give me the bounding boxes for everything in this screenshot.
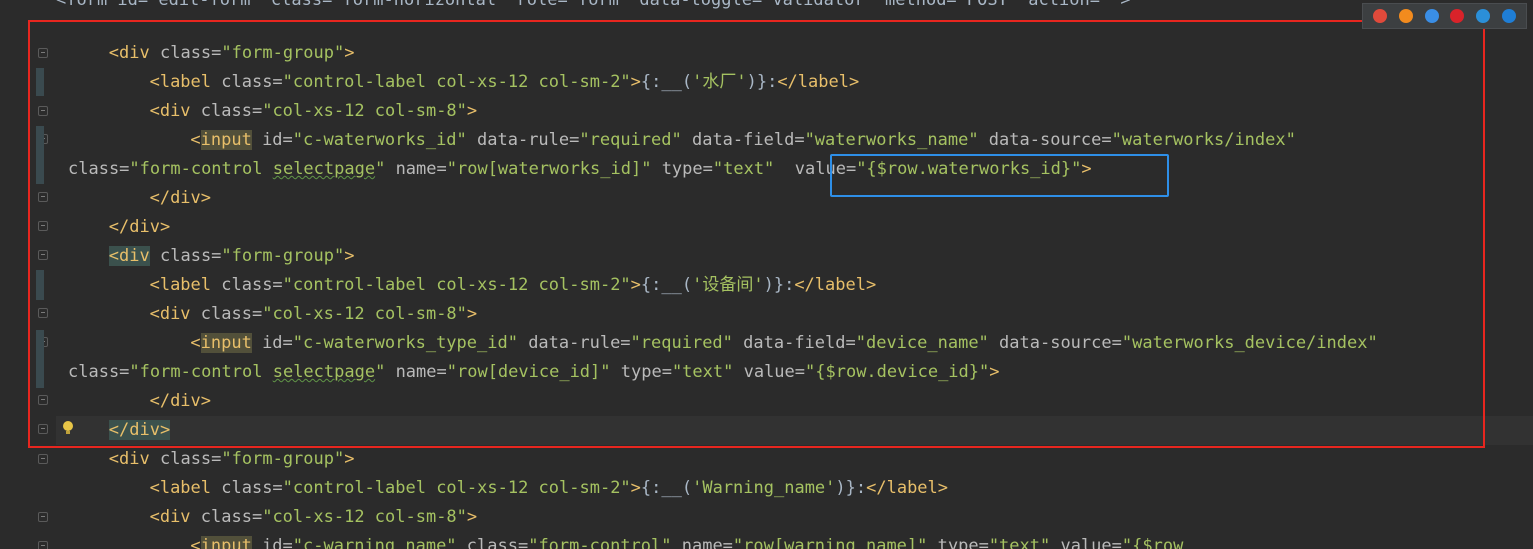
code-token: value= [1050,536,1122,549]
red-annotation-box [28,20,1485,448]
fold-marker-icon[interactable] [38,541,48,549]
code-token: {:__( [640,478,693,498]
code-token: "text" [988,536,1051,549]
ie-icon[interactable] [1476,9,1491,23]
code-editor[interactable]: <form id="edit-form" class="form-horizon… [0,0,1533,549]
fold-marker-icon[interactable] [38,454,48,464]
code-token: > [344,449,355,469]
code-token: type= [927,536,989,549]
code-token: "{$row [1121,536,1184,549]
code-token: 'Warning_name' [692,478,836,498]
firefox-icon[interactable] [1398,9,1413,23]
code-token: <div [149,507,201,527]
blue-annotation-box [830,154,1169,197]
code-line[interactable]: <div class="col-xs-12 col-sm-8"> [150,503,478,532]
code-token: > [630,478,641,498]
code-token: "row[warning_name]" [732,536,928,549]
browser-preview-bar [1362,3,1527,29]
code-token: "form-group" [221,449,345,469]
code-token: name= [671,536,733,549]
code-token: <label [149,478,222,498]
lightbulb-icon[interactable] [62,420,74,436]
code-token: "c-warning_name" [292,536,457,549]
partial-top-line: <form id="edit-form" class="form-horizon… [56,0,1131,10]
code-token: > [466,507,478,527]
code-token: <div [108,449,160,469]
code-token: class= [159,449,222,469]
code-line[interactable]: <div class="form-group"> [109,445,355,474]
code-token: id= [251,536,293,549]
code-token: "control-label col-xs-12 col-sm-2" [282,478,631,498]
code-token: "col-xs-12 col-sm-8" [262,507,467,527]
code-token: input [200,536,252,549]
code-token: < [190,536,201,549]
code-token: class= [221,478,283,498]
code-token: class= [200,507,263,527]
code-token: "form-control" [528,536,672,549]
opera-icon[interactable] [1450,9,1465,23]
code-token: </label> [866,478,949,498]
edge-icon[interactable] [1502,9,1517,23]
chrome-icon[interactable] [1372,9,1387,23]
code-token: class= [456,536,529,549]
code-line[interactable]: <label class="control-label col-xs-12 co… [150,474,948,503]
safari-icon[interactable] [1424,9,1439,23]
fold-marker-icon[interactable] [38,512,48,522]
code-line[interactable]: <input id="c-warning_name" class="form-c… [190,532,1183,549]
code-token: )}: [835,478,867,498]
